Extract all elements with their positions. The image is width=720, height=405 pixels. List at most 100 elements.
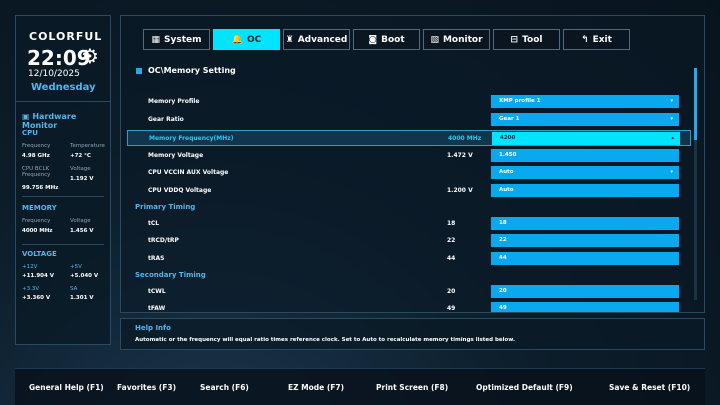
setting-label: CPU VCCIN AUX Voltage [148, 169, 229, 176]
setting-row[interactable]: CPU VDDQ Voltage 1.200 V Auto [127, 183, 691, 199]
label: Frequency [22, 218, 51, 224]
setting-value: 22 [499, 237, 507, 243]
current-value: 22 [447, 237, 456, 244]
setting-row[interactable]: tRCD/tRP 22 22 [127, 233, 691, 249]
footer-bar: General Help (F1) Favorites (F3) Search (F… [15, 368, 705, 405]
brand-logo: COLORFUL [29, 30, 103, 43]
setting-label: Memory Voltage [148, 152, 204, 159]
setting-value: 20 [499, 288, 507, 294]
main-panel: OC\Memory Setting Primary Timing Seconda… [120, 15, 705, 313]
setting-dropdown[interactable]: Gear 1 ▾ [491, 113, 679, 126]
setting-input[interactable]: 44 [491, 252, 679, 265]
cpu-temperature: +72 °C [70, 153, 91, 159]
setting-row[interactable]: Gear Ratio Gear 1 ▾ [127, 112, 691, 128]
tab-tool[interactable]: ⊟ Tool [493, 29, 560, 50]
setting-row[interactable]: tRAS 44 44 [127, 251, 691, 267]
tab-icon: ▧ [430, 34, 439, 45]
footer-button[interactable]: EZ Mode (F7) [288, 383, 344, 392]
setting-label: tFAW [148, 305, 166, 312]
setting-input[interactable]: 20 [491, 285, 679, 298]
weekday: Wednesday [31, 82, 96, 93]
label: Voltage [70, 218, 91, 224]
setting-row[interactable]: tFAW 49 49 [127, 301, 691, 312]
tab-advanced[interactable]: ♜ Advanced [283, 29, 350, 50]
memory-voltage: 1.456 V [70, 228, 94, 234]
voltage-section: VOLTAGE [22, 250, 57, 258]
current-value: 49 [447, 305, 456, 312]
label: Voltage [70, 166, 91, 172]
setting-input[interactable]: 1.450 [491, 149, 679, 162]
setting-label: Gear Ratio [148, 116, 184, 123]
footer-button[interactable]: Save & Reset (F10) [609, 383, 690, 392]
group-primary-timing: Primary Timing [135, 203, 196, 211]
setting-dropdown[interactable]: XMP profile 1 ▾ [491, 95, 679, 108]
setting-input[interactable]: Auto [491, 184, 679, 197]
label: +3.3V [22, 286, 40, 292]
current-value: 1.200 V [447, 187, 473, 194]
setting-dropdown[interactable]: Auto ▾ [491, 166, 679, 179]
footer-button[interactable]: Favorites (F3) [117, 383, 176, 392]
setting-dropdown[interactable]: 4200 ▴ [492, 132, 680, 145]
footer-button[interactable]: Print Screen (F8) [376, 383, 448, 392]
divider [16, 101, 110, 102]
tab-label: System [164, 34, 202, 45]
cpu-voltage: 1.192 V [70, 176, 94, 182]
label: SA [70, 286, 78, 292]
tab-monitor[interactable]: ▧ Monitor [423, 29, 490, 50]
setting-value: Gear 1 [499, 116, 520, 122]
setting-label: tRCD/tRP [148, 237, 179, 244]
help-panel: Help Info Automatic or the frequency wil… [120, 318, 705, 350]
scrollbar[interactable] [694, 68, 697, 300]
current-value: 4000 MHz [448, 135, 482, 142]
setting-label: tRAS [148, 255, 165, 262]
setting-input[interactable]: 49 [491, 302, 679, 312]
footer-button[interactable]: Search (F6) [200, 383, 249, 392]
tab-exit[interactable]: ↰ Exit [563, 29, 630, 50]
scrollbar-thumb[interactable] [694, 68, 697, 140]
setting-row[interactable]: Memory Profile XMP profile 1 ▾ [127, 94, 691, 110]
setting-row[interactable]: Memory Frequency(MHz) 4000 MHz 4200 ▴ [127, 130, 691, 146]
chevron-icon: ▾ [670, 98, 673, 104]
setting-row[interactable]: Memory Voltage 1.472 V 1.450 [127, 148, 691, 164]
footer-button[interactable]: Optimized Default (F9) [476, 383, 573, 392]
setting-input[interactable]: 18 [491, 217, 679, 230]
chevron-icon: ▾ [670, 169, 673, 175]
setting-value: 1.450 [499, 152, 517, 158]
hardware-monitor-title: ▣ Hardware Monitor [22, 112, 77, 130]
setting-label: tCL [148, 220, 160, 227]
v5: +5.040 V [70, 273, 99, 279]
tab-icon: ▦ [151, 34, 160, 45]
setting-row[interactable]: tCL 18 18 [127, 216, 691, 232]
setting-row[interactable]: CPU VCCIN AUX Voltage Auto ▾ [127, 165, 691, 181]
current-value: 20 [447, 288, 456, 295]
setting-value: 18 [499, 220, 507, 226]
cpu-section: CPU [22, 129, 38, 137]
monitor-icon: ▣ [22, 112, 33, 121]
breadcrumb: OC\Memory Setting [136, 66, 236, 75]
date: 12/10/2025 [28, 69, 80, 79]
gear-icon[interactable]: ⚙ [81, 44, 99, 68]
help-title: Help Info [135, 324, 171, 332]
label: Temperature [70, 143, 105, 149]
setting-value: XMP profile 1 [499, 98, 541, 104]
cpu-frequency: 4.98 GHz [22, 153, 50, 159]
setting-value: 49 [499, 305, 507, 311]
group-secondary-timing: Secondary Timing [135, 271, 206, 279]
tab-oc[interactable]: 🔔 OC [213, 29, 280, 50]
v12: +11.904 V [22, 273, 55, 279]
tab-icon: ♜ [285, 34, 294, 45]
divider [22, 196, 104, 197]
tab-boot[interactable]: ◙ Boot [353, 29, 420, 50]
tab-label: OC [246, 34, 262, 45]
memory-section: MEMORY [22, 204, 57, 212]
current-value: 1.472 V [447, 152, 473, 159]
tab-system[interactable]: ▦ System [143, 29, 210, 50]
tab-icon: ⊟ [510, 34, 519, 45]
label: Frequency [22, 143, 51, 149]
setting-input[interactable]: 22 [491, 234, 679, 247]
setting-row[interactable]: tCWL 20 20 [127, 284, 691, 300]
memory-frequency: 4000 MHz [22, 228, 53, 234]
tab-icon: ↰ [581, 34, 589, 45]
footer-button[interactable]: General Help (F1) [29, 383, 104, 392]
tab-label: Exit [592, 34, 612, 45]
